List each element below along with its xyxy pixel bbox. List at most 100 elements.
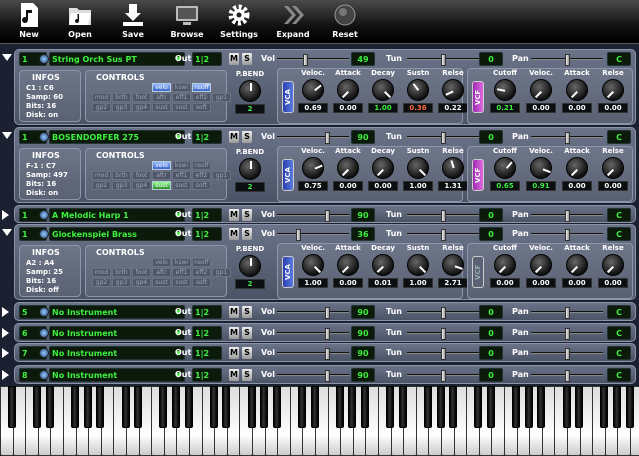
tune-slider-thumb[interactable] — [441, 210, 446, 222]
power-icon[interactable] — [39, 328, 49, 338]
black-key[interactable] — [437, 386, 445, 428]
mute-button[interactable]: M — [229, 306, 239, 318]
instrument-select[interactable]: Glockenspiel Brass — [49, 227, 185, 241]
tune-slider-thumb[interactable] — [441, 328, 446, 340]
vcf-cutoff-knob[interactable] — [494, 157, 516, 179]
mute-button[interactable]: M — [229, 53, 239, 65]
tune-slider-thumb[interactable] — [441, 348, 446, 360]
ctl-sust-button[interactable]: sust — [152, 278, 171, 287]
output-select[interactable]: 1|2 — [192, 208, 222, 222]
tune-slider-thumb[interactable] — [441, 54, 446, 66]
black-key[interactable] — [361, 386, 369, 428]
slot-toggle-3[interactable] — [2, 229, 12, 236]
power-icon[interactable] — [39, 132, 49, 142]
ctl-brth-button[interactable]: brth — [112, 93, 131, 102]
power-icon[interactable] — [39, 229, 49, 239]
pan-slider-thumb[interactable] — [565, 229, 570, 241]
vca-veloc-knob[interactable] — [302, 157, 324, 179]
instrument-select[interactable]: A Melodic Harp 1 — [49, 208, 185, 222]
ctl-velo-button[interactable]: velo — [152, 161, 171, 170]
ctl-sust-button[interactable]: sust — [152, 181, 171, 190]
save-button[interactable]: Save — [104, 2, 162, 42]
ctl-sost-button[interactable]: sost — [172, 181, 191, 190]
black-key[interactable] — [71, 386, 79, 428]
slot-toggle-1[interactable] — [2, 132, 12, 139]
instrument-select[interactable]: BOSENDORFER 275 — [49, 130, 185, 144]
vol-slider-thumb[interactable] — [325, 307, 330, 319]
vol-slider[interactable] — [277, 328, 349, 340]
black-key[interactable] — [122, 386, 130, 428]
vol-slider-thumb[interactable] — [303, 54, 308, 66]
pan-slider[interactable] — [531, 348, 603, 360]
ctl-gp1-button[interactable]: gp1 — [212, 171, 231, 180]
vcf-veloc-knob[interactable] — [530, 79, 552, 101]
ctl-sost-button[interactable]: sost — [172, 278, 191, 287]
vol-slider-thumb[interactable] — [296, 229, 301, 241]
ctl-eff1-button[interactable]: eff1 — [172, 171, 191, 180]
vca-decay-knob[interactable] — [372, 254, 394, 276]
piano-keyboard[interactable] — [0, 386, 639, 456]
black-key[interactable] — [8, 386, 16, 428]
black-key[interactable] — [210, 386, 218, 428]
ctl-gp1-button[interactable]: gp1 — [212, 268, 231, 277]
vol-slider[interactable] — [277, 132, 349, 144]
ctl-foot-button[interactable]: foot — [132, 268, 151, 277]
ctl-mod-button[interactable]: mod — [92, 93, 111, 102]
black-key[interactable] — [96, 386, 104, 428]
ctl-nsoff-button[interactable]: nsoff — [192, 258, 211, 267]
ctl-sust-button[interactable]: sust — [152, 103, 171, 112]
expand-button[interactable]: Expand — [264, 2, 322, 42]
vca-sustn-knob[interactable] — [407, 254, 429, 276]
tune-slider[interactable] — [407, 132, 479, 144]
ctl-gp4-button[interactable]: gp4 — [132, 103, 151, 112]
mute-button[interactable]: M — [229, 131, 239, 143]
ctl-eff1-button[interactable]: eff1 — [172, 268, 191, 277]
ctl-gp1-button[interactable]: gp1 — [212, 93, 231, 102]
pan-slider-thumb[interactable] — [565, 132, 570, 144]
vca-veloc-knob[interactable] — [302, 254, 324, 276]
black-key[interactable] — [185, 386, 193, 428]
ctl-eff1-button[interactable]: eff1 — [172, 93, 191, 102]
settings-button[interactable]: Settings — [210, 2, 268, 42]
ctl-gp2-button[interactable]: gp2 — [92, 278, 111, 287]
vol-slider[interactable] — [277, 348, 349, 360]
tune-slider[interactable] — [407, 370, 479, 382]
vcf-relse-knob[interactable] — [602, 157, 624, 179]
vcf-cutoff-knob[interactable] — [494, 254, 516, 276]
black-key[interactable] — [537, 386, 545, 428]
vcf-relse-knob[interactable] — [602, 254, 624, 276]
ctl-sost-button[interactable]: sost — [172, 103, 191, 112]
black-key[interactable] — [613, 386, 621, 428]
ctl-nsoff-button[interactable]: nsoff — [192, 161, 211, 170]
ctl-soft-button[interactable]: soft — [192, 103, 211, 112]
vca-relse-knob[interactable] — [442, 254, 464, 276]
mute-button[interactable]: M — [229, 209, 239, 221]
vol-slider-thumb[interactable] — [325, 328, 330, 340]
black-key[interactable] — [33, 386, 41, 428]
black-key[interactable] — [260, 386, 268, 428]
output-select[interactable]: 1|2 — [192, 305, 222, 319]
ctl-eff2-button[interactable]: eff2 — [192, 93, 211, 102]
ctl-velo-button[interactable]: velo — [152, 258, 171, 267]
output-select[interactable]: 1|2 — [192, 130, 222, 144]
tune-slider[interactable] — [407, 307, 479, 319]
slot-toggle-0[interactable] — [2, 54, 12, 61]
ctl-mod-button[interactable]: mod — [92, 268, 111, 277]
black-key[interactable] — [348, 386, 356, 428]
instrument-select[interactable]: No Instrument — [49, 346, 185, 360]
ctl-brth-button[interactable]: brth — [112, 171, 131, 180]
black-key[interactable] — [172, 386, 180, 428]
power-icon[interactable] — [39, 307, 49, 317]
vca-sustn-knob[interactable] — [407, 79, 429, 101]
black-key[interactable] — [273, 386, 281, 428]
solo-button[interactable]: S — [242, 228, 252, 240]
tune-slider[interactable] — [407, 328, 479, 340]
ctl-gp3-button[interactable]: gp3 — [112, 181, 131, 190]
solo-button[interactable]: S — [242, 53, 252, 65]
instrument-select[interactable]: No Instrument — [49, 368, 185, 382]
ctl-gp2-button[interactable]: gp2 — [92, 181, 111, 190]
black-key[interactable] — [159, 386, 167, 428]
pbend-knob[interactable] — [239, 158, 261, 180]
output-select[interactable]: 1|2 — [192, 227, 222, 241]
black-key[interactable] — [563, 386, 571, 428]
